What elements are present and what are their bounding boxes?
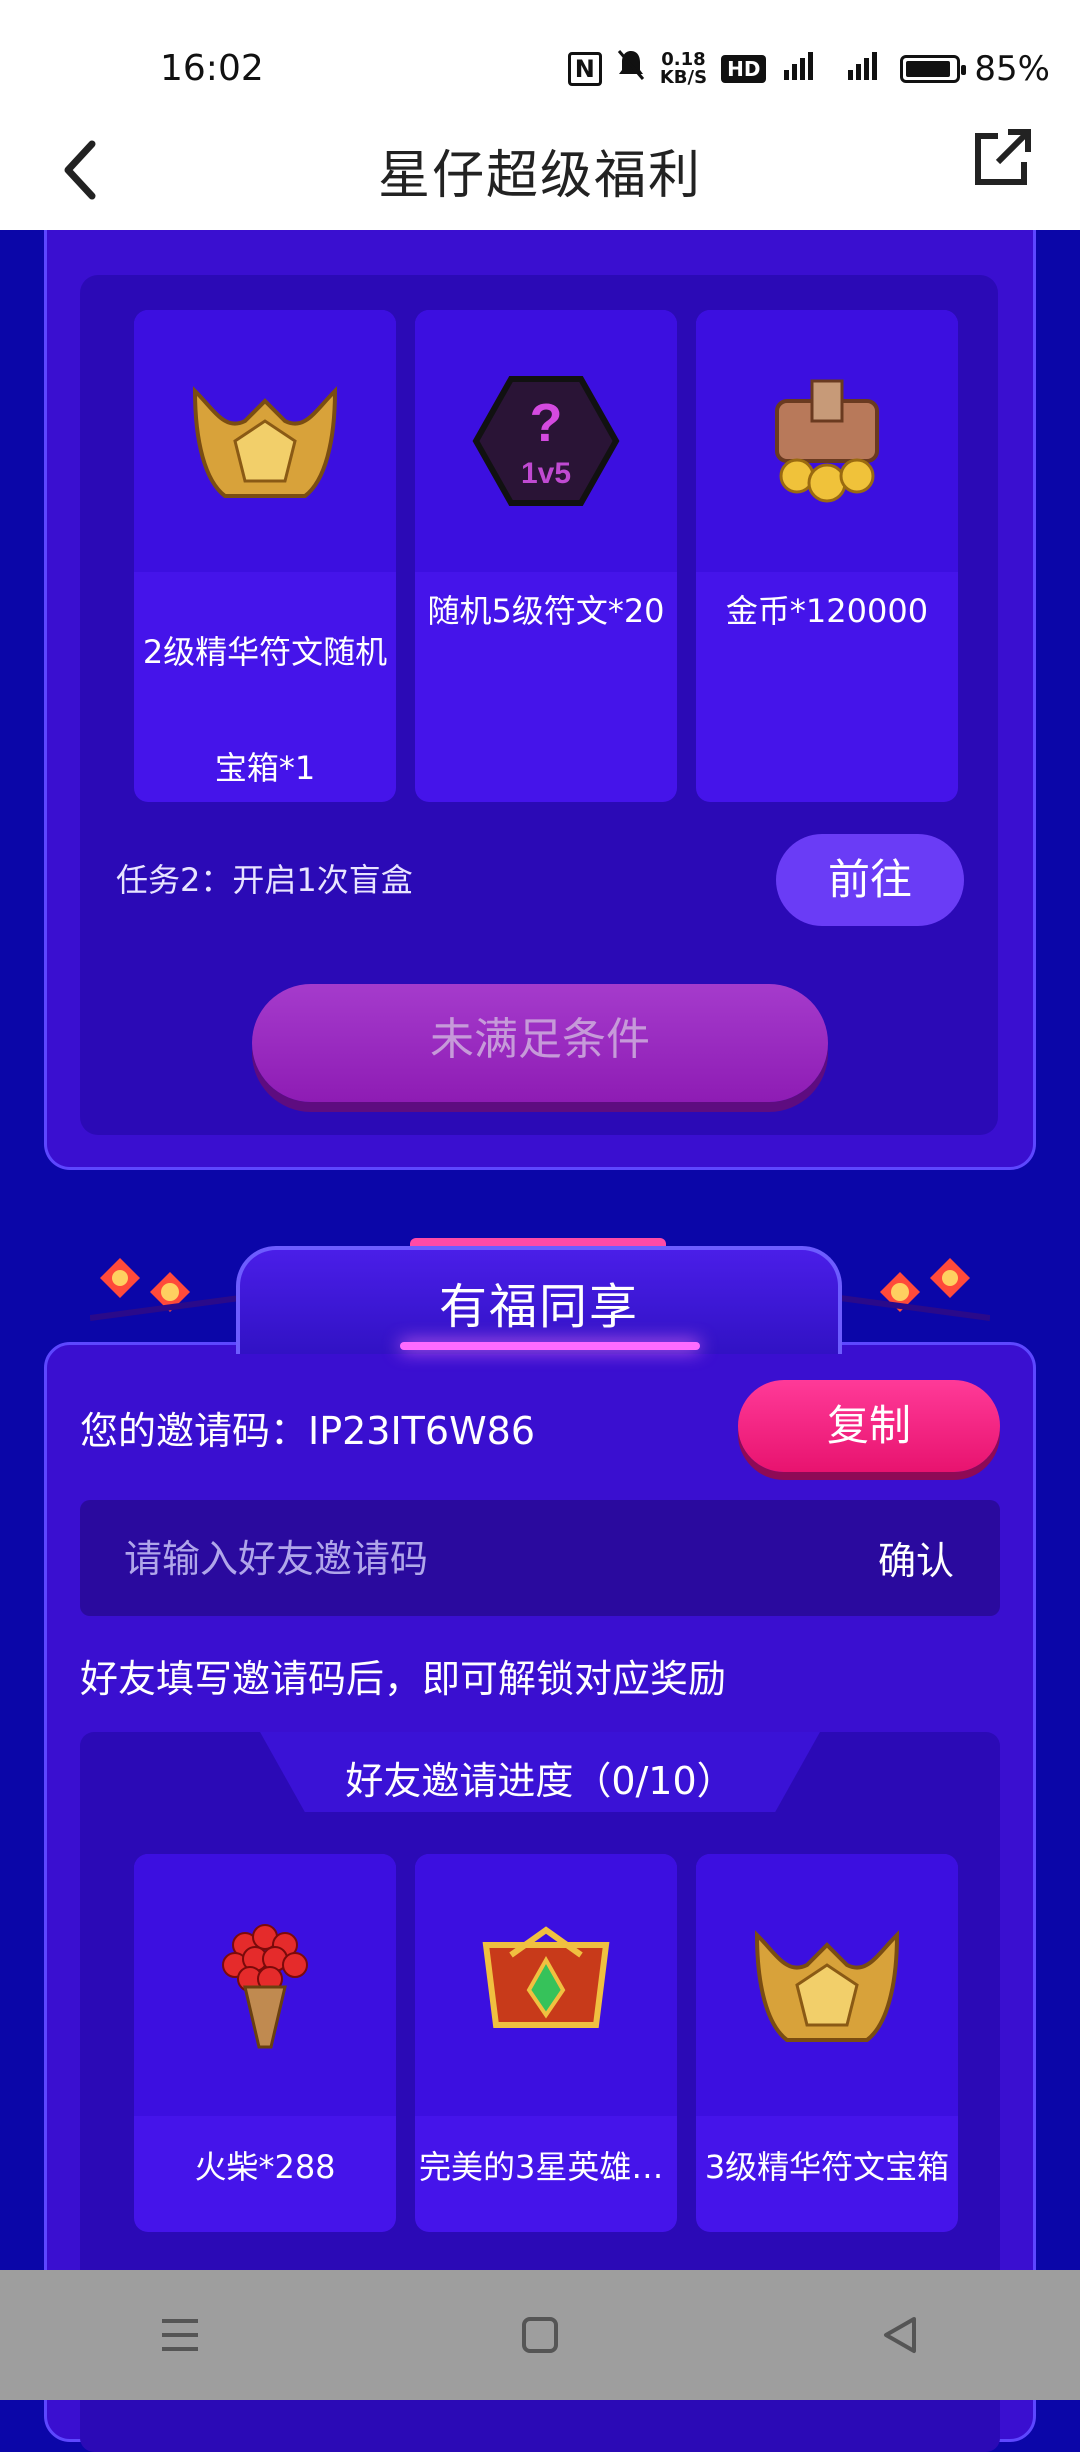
status-time: 16:02: [160, 48, 264, 89]
app-header: 星仔超级福利: [0, 110, 1080, 230]
hd-icon: HD: [721, 55, 767, 83]
net-speed: 0.18 KB/S: [659, 49, 708, 88]
gold-chest-icon: [775, 379, 879, 503]
menu-nav-button[interactable]: [120, 2295, 240, 2375]
section-title: 有福同享: [438, 1279, 639, 1335]
go-button[interactable]: 前往: [776, 834, 964, 926]
external-link-icon: [975, 129, 1031, 185]
invite-code-label: 您的邀请码：IP23IT6W86: [80, 1409, 535, 1453]
invite-reward-card: 完美的3星英雄宝箱: [415, 1854, 677, 2232]
match-bouquet-icon: [222, 1924, 308, 2049]
lantern-right-icon: [840, 1258, 990, 1321]
invite-reward-card: 火柴*288: [134, 1854, 396, 2232]
square-home-icon: [522, 2317, 558, 2353]
reward-label: 金币*120000: [725, 592, 929, 630]
copy-button[interactable]: 复制: [738, 1380, 1000, 1472]
mystery-rune-hex-icon: ? 1v5: [472, 376, 620, 506]
nfc-icon: N: [567, 52, 602, 86]
golden-crown-icon: [754, 1930, 900, 2042]
progress-title: 好友邀请进度（0/10）: [345, 1759, 735, 1803]
triangle-back-icon: [884, 2317, 916, 2353]
reward-label: 2级精华符文随机宝箱*1: [142, 633, 388, 787]
battery-icon: [900, 55, 967, 83]
reward-image: [134, 310, 396, 572]
status-bar: 16:02 N 0.18 KB/S HD 85%: [0, 0, 1080, 120]
menu-icon: [162, 2319, 198, 2351]
back-nav-button[interactable]: [840, 2295, 960, 2375]
share-button[interactable]: [968, 120, 1038, 200]
golden-crown-icon: [192, 386, 338, 498]
section-banner: 有福同享: [236, 1246, 842, 1354]
reward-card: 金币*120000: [696, 310, 958, 802]
system-nav-bar: [0, 2270, 1080, 2400]
reward-card: 2级精华符文随机宝箱*1: [134, 310, 396, 802]
reward-image: [696, 310, 958, 572]
reward-label: 3级精华符文宝箱: [704, 2148, 950, 2186]
home-nav-button[interactable]: [480, 2295, 600, 2375]
reward-label: 随机5级符文*20: [427, 592, 665, 630]
invite-tip: 好友填写邀请码后，即可解锁对应奖励: [80, 1657, 727, 1701]
page-title: 星仔超级福利: [377, 145, 702, 206]
reward-image: [696, 1854, 958, 2116]
reward-label: 火柴*288: [194, 2148, 336, 2186]
lantern-left-icon: [90, 1258, 240, 1321]
confirm-button[interactable]: 确认: [878, 1530, 954, 1585]
task-description: 任务2：开启1次盲盒: [116, 861, 413, 899]
condition-not-met-button[interactable]: 未满足条件: [252, 984, 828, 1102]
banner-glow: [400, 1342, 700, 1350]
reward-image: [415, 1854, 677, 2116]
hero-chest-icon: [482, 1926, 610, 2028]
mute-icon: [616, 48, 646, 90]
svg-text:1v5: 1v5: [521, 457, 571, 490]
invite-code-input[interactable]: [122, 1528, 766, 1590]
top-bar: 16:02 N 0.18 KB/S HD 85% 星仔超级福利: [0, 0, 1080, 230]
reward-label: 完美的3星英雄宝箱: [419, 2148, 677, 2186]
invite-reward-card: 3级精华符文宝箱: [696, 1854, 958, 2232]
reward-card: ? 1v5 随机5级符文*20: [415, 310, 677, 802]
chevron-left-icon: [64, 140, 96, 200]
signal-5g-icon: [834, 48, 886, 90]
signal-4g-icon: [780, 48, 820, 90]
invite-code-input-box: 确认: [80, 1500, 1000, 1616]
reward-image: ? 1v5: [415, 310, 677, 572]
battery-percent: 85%: [974, 49, 1050, 89]
reward-image: [134, 1854, 396, 2116]
back-button[interactable]: [50, 130, 120, 210]
status-icons: N 0.18 KB/S HD 85%: [567, 48, 1050, 90]
svg-text:?: ?: [530, 393, 563, 453]
